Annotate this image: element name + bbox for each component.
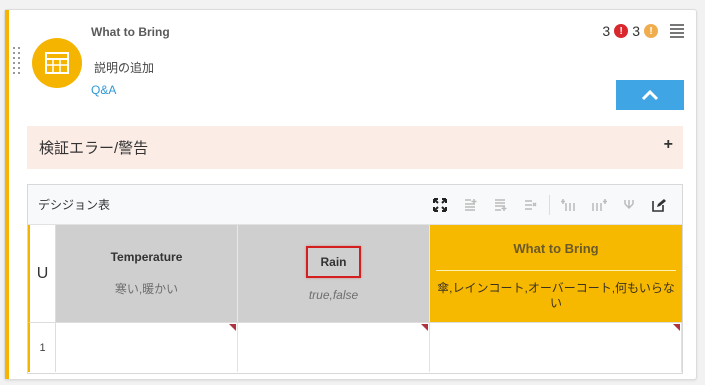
cell-marker	[421, 324, 428, 331]
output-header[interactable]: What to Bring 傘,レインコート,オーバーコート,何もいらない	[430, 225, 682, 322]
input-header-rain[interactable]: Rain true,false	[238, 225, 430, 322]
description-field[interactable]: 説明の追加	[94, 59, 154, 76]
decision-table-toolbar: デシジョン表	[28, 185, 682, 225]
expand-icon[interactable]	[425, 185, 455, 225]
input-name-highlighted: Rain	[306, 245, 361, 278]
drag-handle[interactable]	[13, 47, 21, 77]
menu-icon[interactable]	[670, 24, 684, 38]
error-icon[interactable]: !	[614, 24, 629, 38]
add-output-column-icon[interactable]	[584, 185, 614, 225]
delete-rule-icon[interactable]	[515, 185, 545, 225]
accent-bar	[5, 10, 9, 379]
qa-link[interactable]: Q&A	[91, 83, 116, 97]
status-indicators: 3 ! 3 !	[602, 23, 684, 39]
rule-cell[interactable]	[56, 322, 238, 372]
decision-grid: U Temperature 寒い,暖かい Rain true,false Wha…	[28, 225, 682, 373]
decision-node-card: What to Bring 説明の追加 Q&A 3 ! 3 ! 検証エラー/警告…	[4, 9, 697, 380]
add-rule-below-icon[interactable]	[485, 185, 515, 225]
input-values: true,false	[308, 287, 359, 302]
warning-icon[interactable]: !	[644, 24, 658, 38]
collapse-button[interactable]	[616, 80, 684, 110]
merge-icon[interactable]	[614, 185, 644, 225]
chevron-up-icon	[641, 89, 659, 101]
row-number: 1	[28, 322, 56, 372]
add-input-column-icon[interactable]	[554, 185, 584, 225]
input-name: Temperature	[110, 250, 183, 264]
warning-count: 3	[632, 23, 640, 39]
cell-marker	[229, 324, 236, 331]
validation-label: 検証エラー/警告	[39, 140, 149, 157]
error-count: 3	[602, 23, 611, 39]
decision-table-label: デシジョン表	[38, 198, 111, 212]
output-name: What to Bring	[513, 241, 599, 256]
rule-cell[interactable]	[430, 322, 682, 372]
output-values: 傘,レインコート,オーバーコート,何もいらない	[437, 281, 675, 310]
edit-icon[interactable]	[644, 185, 674, 225]
decision-table-icon	[32, 38, 82, 88]
add-rule-above-icon[interactable]	[455, 185, 485, 225]
input-values: 寒い,暖かい	[114, 282, 179, 296]
node-title[interactable]: What to Bring	[91, 25, 170, 39]
input-header-temperature[interactable]: Temperature 寒い,暖かい	[56, 225, 238, 322]
expand-toggle[interactable]: +	[664, 136, 673, 154]
validation-panel[interactable]: 検証エラー/警告 +	[27, 126, 683, 169]
hit-policy-cell[interactable]: U	[28, 225, 56, 322]
rule-cell[interactable]	[238, 322, 430, 372]
cell-marker	[673, 324, 680, 331]
decision-table: デシジョン表 U Temperature 寒い,暖かい Rain true,fa…	[27, 184, 683, 374]
